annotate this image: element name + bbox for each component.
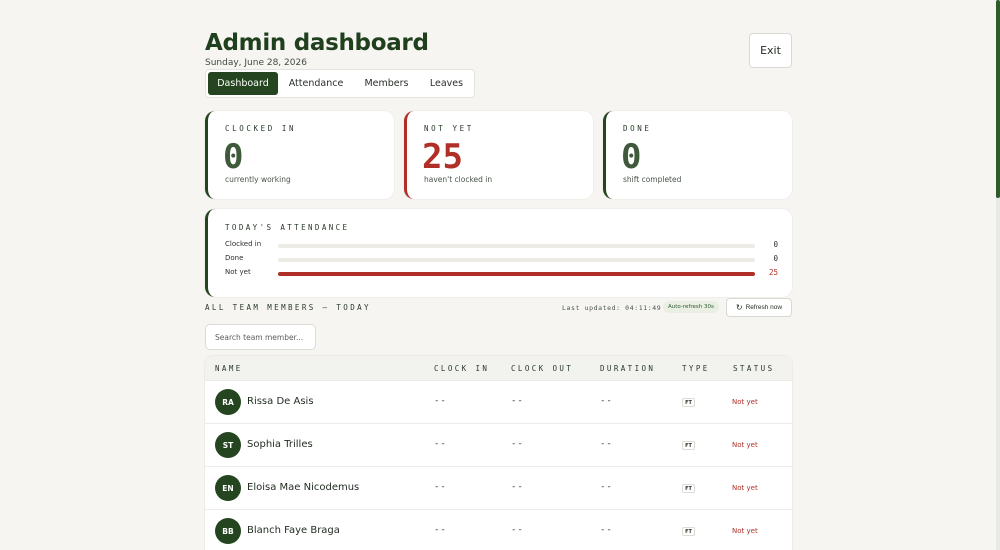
avatar: BB [215,518,241,544]
bar-value: 0 [773,240,778,249]
status-text: Not yet [732,398,758,406]
clock-out-value: -- [511,482,524,492]
attendance-title: TODAY'S ATTENDANCE [225,223,350,232]
bar-track [278,258,755,262]
type-badge: FT [682,398,695,407]
bar-label: Not yet [225,268,251,276]
refresh-icon: ↻ [735,303,743,312]
stat-label: NOT YET [424,124,474,133]
clock-out-value: -- [511,525,524,535]
stat-value: 0 [223,137,244,177]
tab-dashboard[interactable]: Dashboard [208,72,278,95]
bar-label: Done [225,254,244,262]
table-row[interactable]: BB Blanch Faye Braga -- -- -- FT Not yet [205,509,792,550]
table-header: NAME CLOCK IN CLOCK OUT DURATION TYPE ST… [205,356,792,381]
stat-subtext: shift completed [623,175,682,184]
clock-in-value: -- [434,482,447,492]
tab-attendance[interactable]: Attendance [278,72,354,95]
stat-card-done: DONE 0 shift completed [603,111,792,199]
col-status[interactable]: STATUS [733,364,775,373]
status-text: Not yet [732,441,758,449]
stat-card-not-yet: NOT YET 25 haven't clocked in [404,111,593,199]
nav-tabs: Dashboard Attendance Members Leaves [205,69,475,98]
col-clock-in[interactable]: CLOCK IN [434,364,489,373]
table-row[interactable]: EN Eloisa Mae Nicodemus -- -- -- FT Not … [205,466,792,509]
status-text: Not yet [732,527,758,535]
status-text: Not yet [732,484,758,492]
clock-in-value: -- [434,396,447,406]
refresh-button[interactable]: ↻ Refresh now [726,298,792,317]
col-clock-out[interactable]: CLOCK OUT [511,364,573,373]
last-updated-text: Last updated: 04:11:49 PM [562,304,675,312]
duration-value: -- [600,396,613,406]
type-badge: FT [682,441,695,450]
avatar: EN [215,475,241,501]
bar-value: 25 [768,268,778,277]
duration-value: -- [600,439,613,449]
avatar: ST [215,432,241,458]
exit-button[interactable]: Exit [749,33,792,68]
col-name[interactable]: NAME [215,364,243,373]
member-name: Sophia Trilles [247,439,313,450]
attendance-bar-done: Done 0 [225,254,778,266]
type-badge: FT [682,484,695,493]
clock-out-value: -- [511,396,524,406]
page-header: Admin dashboard Sunday, June 28, 2026 Ex… [205,30,792,70]
duration-value: -- [600,525,613,535]
type-badge: FT [682,527,695,536]
bar-label: Clocked in [225,240,262,248]
bar-value: 0 [773,254,778,263]
duration-value: -- [600,482,613,492]
refresh-label: Refresh now [745,304,783,311]
clock-in-value: -- [434,525,447,535]
attendance-bar-not-yet: Not yet 25 [225,268,778,280]
page-title: Admin dashboard [205,30,429,56]
attendance-bar-clocked-in: Clocked in 0 [225,240,778,252]
stat-label: CLOCKED IN [225,124,297,133]
stat-subtext: currently working [225,175,291,184]
bar-track [278,244,755,248]
stat-value: 0 [621,137,642,177]
stat-label: DONE [623,124,652,133]
table-row[interactable]: ST Sophia Trilles -- -- -- FT Not yet [205,423,792,466]
clock-out-value: -- [511,439,524,449]
members-section-title: ALL TEAM MEMBERS — TODAY [205,303,371,312]
member-name: Rissa De Asis [247,396,314,407]
attendance-card: TODAY'S ATTENDANCE Clocked in 0 Done 0 N… [205,209,792,297]
stat-card-clocked-in: CLOCKED IN 0 currently working [205,111,394,199]
bar-fill [278,272,755,276]
stat-value: 25 [422,137,463,177]
tab-leaves[interactable]: Leaves [419,72,474,95]
tab-members[interactable]: Members [354,72,419,95]
members-table: NAME CLOCK IN CLOCK OUT DURATION TYPE ST… [205,356,792,550]
page-date: Sunday, June 28, 2026 [205,58,307,68]
scrollbar-thumb[interactable] [996,0,1000,198]
auto-refresh-badge: Auto-refresh 30s [663,301,719,313]
avatar: RA [215,389,241,415]
member-name: Eloisa Mae Nicodemus [247,482,360,493]
member-name: Blanch Faye Braga [247,525,340,536]
stat-subtext: haven't clocked in [424,175,493,184]
page-scrollbar[interactable] [996,0,1000,550]
bar-track [278,272,755,276]
table-row[interactable]: RA Rissa De Asis -- -- -- FT Not yet [205,380,792,423]
col-type[interactable]: TYPE [682,364,710,373]
clock-in-value: -- [434,439,447,449]
col-duration[interactable]: DURATION [600,364,655,373]
search-input[interactable] [205,324,316,350]
